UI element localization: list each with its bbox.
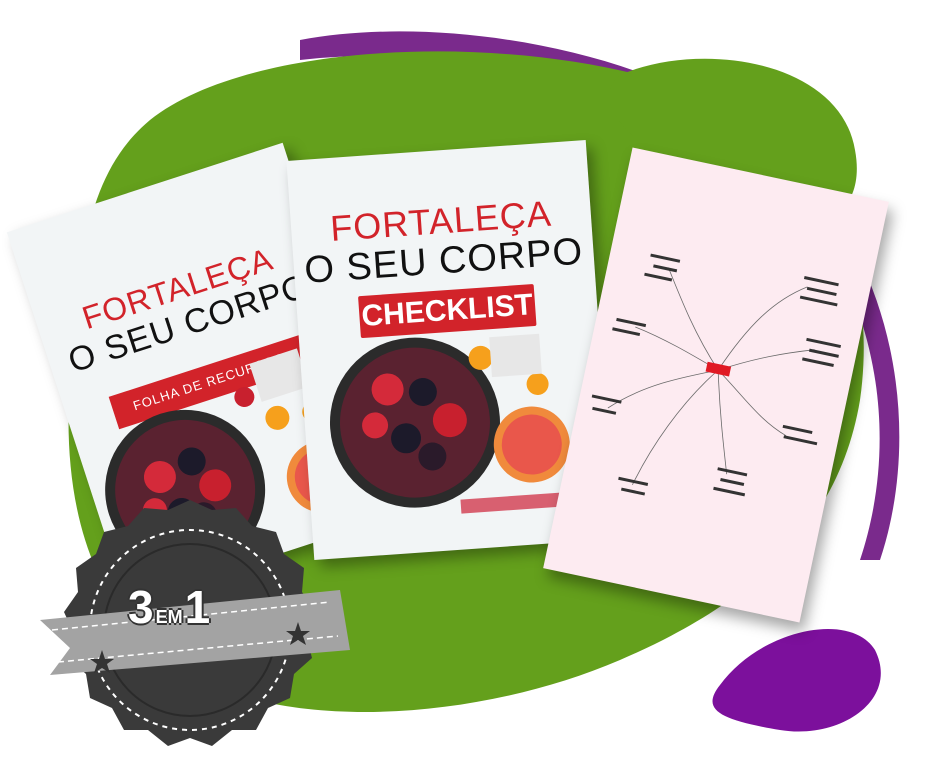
purple-small-blob — [712, 628, 881, 732]
badge-number-left: 3 — [128, 581, 154, 633]
badge-number-right: 1 — [184, 581, 211, 633]
badge-connector: EM — [155, 607, 183, 627]
product-mockup: FORTALEÇA O SEU CORPO FOLHA DE RECURSOS … — [0, 0, 928, 780]
badge-label: 3 EM1 — [128, 580, 210, 634]
